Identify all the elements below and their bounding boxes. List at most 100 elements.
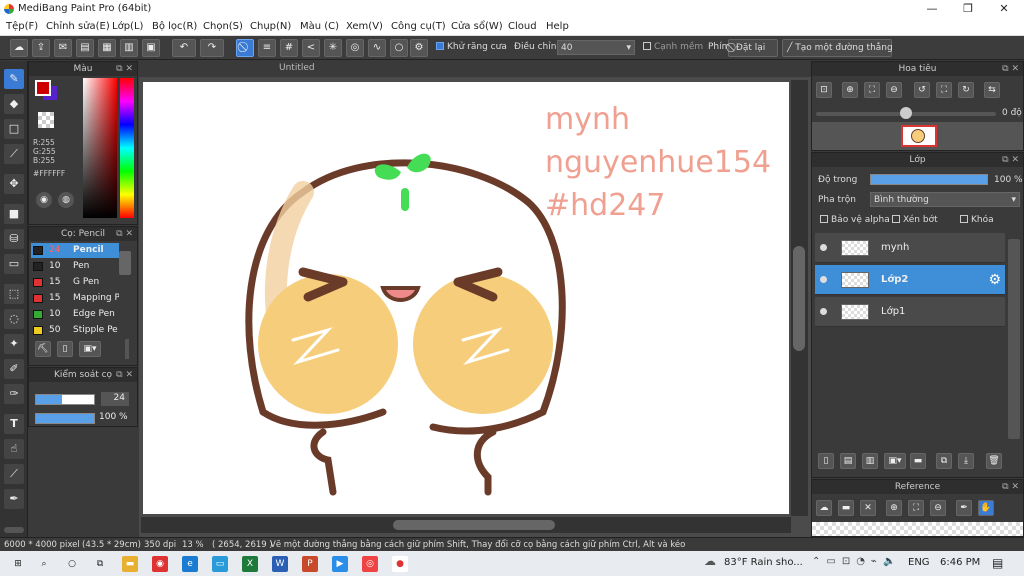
lasso-tool-icon[interactable]: ◌ <box>4 309 24 329</box>
zoom-out-icon[interactable]: ⊖ <box>930 500 946 516</box>
rotate-fit-icon[interactable]: ⛶ <box>936 82 952 98</box>
horizontal-scrollbar[interactable] <box>141 517 791 533</box>
divide-tool-icon[interactable]: ⟋ <box>4 464 24 484</box>
rotation-slider-thumb[interactable] <box>900 107 912 119</box>
task-view-icon[interactable]: ⧉ <box>92 556 108 572</box>
snap-settings-icon[interactable]: ⚙ <box>410 39 428 57</box>
redo-icon[interactable]: ↷ <box>200 39 224 57</box>
rotate-right-icon[interactable]: ↻ <box>958 82 974 98</box>
panel-options-icon[interactable]: ⧉ ✕ <box>116 62 133 76</box>
antialias-checkbox[interactable]: Khử răng cưa <box>436 42 507 52</box>
brush-item[interactable]: 50 Stipple Pe <box>31 323 119 338</box>
vanishing-snap-icon[interactable]: < <box>302 39 320 57</box>
cloud-icon[interactable]: ☁ <box>816 500 832 516</box>
new-layer-icon[interactable]: ▯ <box>818 453 834 469</box>
page-icon[interactable]: ▦ <box>98 39 116 57</box>
menu-file[interactable]: Tệp(F) <box>6 21 38 32</box>
weather-text[interactable]: 83°F Rain sho... <box>724 557 803 568</box>
dot-tool-icon[interactable]: □ <box>4 119 24 139</box>
snap-off-icon[interactable]: ⃠ <box>236 39 254 57</box>
move-tool-icon[interactable]: ✥ <box>4 174 24 194</box>
search-icon[interactable]: ⌕ <box>36 556 52 572</box>
ellipse-snap-icon[interactable]: ○ <box>390 39 408 57</box>
fit-window-icon[interactable]: ⛶ <box>864 82 880 98</box>
brush-item[interactable]: 15 G Pen <box>31 275 119 290</box>
layer-row[interactable]: mynh <box>815 233 1005 263</box>
radial-snap-icon[interactable]: ✳ <box>324 39 342 57</box>
select-eraser-tool-icon[interactable]: ✑ <box>4 384 24 404</box>
visibility-icon[interactable] <box>820 308 827 315</box>
medibang-icon[interactable]: ● <box>392 556 408 572</box>
lock-checkbox[interactable]: Khóa <box>960 215 994 225</box>
system-tray-icons[interactable]: ⌃▭⊡◔⌁🔈 <box>812 556 901 567</box>
pages-icon[interactable]: ▥ <box>120 39 138 57</box>
language-indicator[interactable]: ENG <box>908 557 930 568</box>
zoom-in-icon[interactable]: ⊕ <box>886 500 902 516</box>
hand-icon[interactable]: ✋ <box>978 500 994 516</box>
brush-menu-icon[interactable]: ▣▾ <box>79 341 101 357</box>
duplicate-layer-icon[interactable]: ⧉ <box>936 453 952 469</box>
reset-button[interactable]: ⃠ Đặt lại <box>728 39 778 57</box>
fit-window-icon[interactable]: ⛶ <box>908 500 924 516</box>
vertical-scroll-thumb[interactable] <box>793 246 805 351</box>
edge-icon[interactable]: e <box>182 556 198 572</box>
merge-layer-icon[interactable]: ⤓ <box>958 453 974 469</box>
clock[interactable]: 6:46 PM <box>940 557 980 568</box>
horizontal-scroll-thumb[interactable] <box>393 520 555 530</box>
parallel-snap-icon[interactable]: ≡ <box>258 39 276 57</box>
zoom-fit-icon[interactable]: ⊡ <box>816 82 832 98</box>
text-tool-icon[interactable]: T <box>4 414 24 434</box>
brush-item[interactable]: 10 Edge Pen <box>31 307 119 322</box>
panel-options-icon[interactable]: ⧉ ✕ <box>1002 480 1019 494</box>
brush-item[interactable]: 24 Pencil <box>31 243 119 258</box>
menu-capture[interactable]: Chụp(N) <box>250 21 291 32</box>
message-icon[interactable]: ▤ <box>76 39 94 57</box>
clipping-checkbox[interactable]: Xén bớt <box>892 215 938 225</box>
hue-slider[interactable] <box>120 78 134 218</box>
minimize-button[interactable]: — <box>914 0 950 18</box>
brush-tool-icon[interactable]: ✎ <box>4 69 24 89</box>
menu-layer[interactable]: Lớp(L) <box>112 21 143 32</box>
palette-add-icon[interactable]: ◍ <box>58 192 74 208</box>
close-button[interactable]: ✕ <box>986 0 1022 18</box>
brush-new-icon[interactable]: ▯ <box>57 341 73 357</box>
layer-row[interactable]: Lớp2 ⚙ <box>815 265 1005 295</box>
correction-select[interactable]: 40 ▾ <box>557 40 635 55</box>
tool-strip-scrollbar[interactable] <box>4 527 24 533</box>
menu-select[interactable]: Chọn(S) <box>203 21 243 32</box>
chrome-icon[interactable]: ◎ <box>362 556 378 572</box>
layer-list-scrollbar[interactable] <box>1008 239 1020 439</box>
bucket-tool-icon[interactable]: ⛁ <box>4 229 24 249</box>
notification-icon[interactable]: ▤ <box>992 556 1003 570</box>
maximize-button[interactable]: ❐ <box>950 0 986 18</box>
desktop-app-icon[interactable]: ▭ <box>212 556 228 572</box>
new-halftone-layer-icon[interactable]: ▤ <box>840 453 856 469</box>
powerpoint-icon[interactable]: P <box>302 556 318 572</box>
circle-snap-icon[interactable]: ◎ <box>346 39 364 57</box>
share-icon[interactable]: ⇪ <box>32 39 50 57</box>
document-tab[interactable]: Untitled <box>279 63 315 73</box>
close-icon[interactable]: ✕ <box>860 500 876 516</box>
visibility-icon[interactable] <box>820 244 827 251</box>
panel-options-icon[interactable]: ⧉ ✕ <box>1002 62 1019 76</box>
fill-rect-tool-icon[interactable]: ■ <box>4 204 24 224</box>
brush-panel-scrollbar[interactable] <box>125 339 129 359</box>
brush-size-value[interactable]: 24 <box>101 392 129 406</box>
menu-window[interactable]: Cửa sổ(W) <box>451 21 503 32</box>
vertical-scrollbar[interactable] <box>791 80 808 516</box>
brush-size-slider[interactable] <box>35 394 95 405</box>
select-rect-tool-icon[interactable]: ⬚ <box>4 284 24 304</box>
soft-edge-checkbox[interactable]: Cạnh mềm <box>643 42 703 52</box>
zoom-out-icon[interactable]: ⊖ <box>886 82 902 98</box>
menu-cloud[interactable]: Cloud <box>508 21 537 32</box>
tile-icon[interactable]: ▣ <box>142 39 160 57</box>
word-icon[interactable]: W <box>272 556 288 572</box>
menu-tools[interactable]: Công cụ(T) <box>391 21 446 32</box>
undo-icon[interactable]: ↶ <box>172 39 196 57</box>
menu-view[interactable]: Xem(V) <box>346 21 383 32</box>
navigator-preview[interactable] <box>812 122 1023 150</box>
comment-icon[interactable]: ✉ <box>54 39 72 57</box>
panel-options-icon[interactable]: ⧉ ✕ <box>1002 153 1019 167</box>
cross-snap-icon[interactable]: # <box>280 39 298 57</box>
visibility-icon[interactable] <box>820 276 827 283</box>
